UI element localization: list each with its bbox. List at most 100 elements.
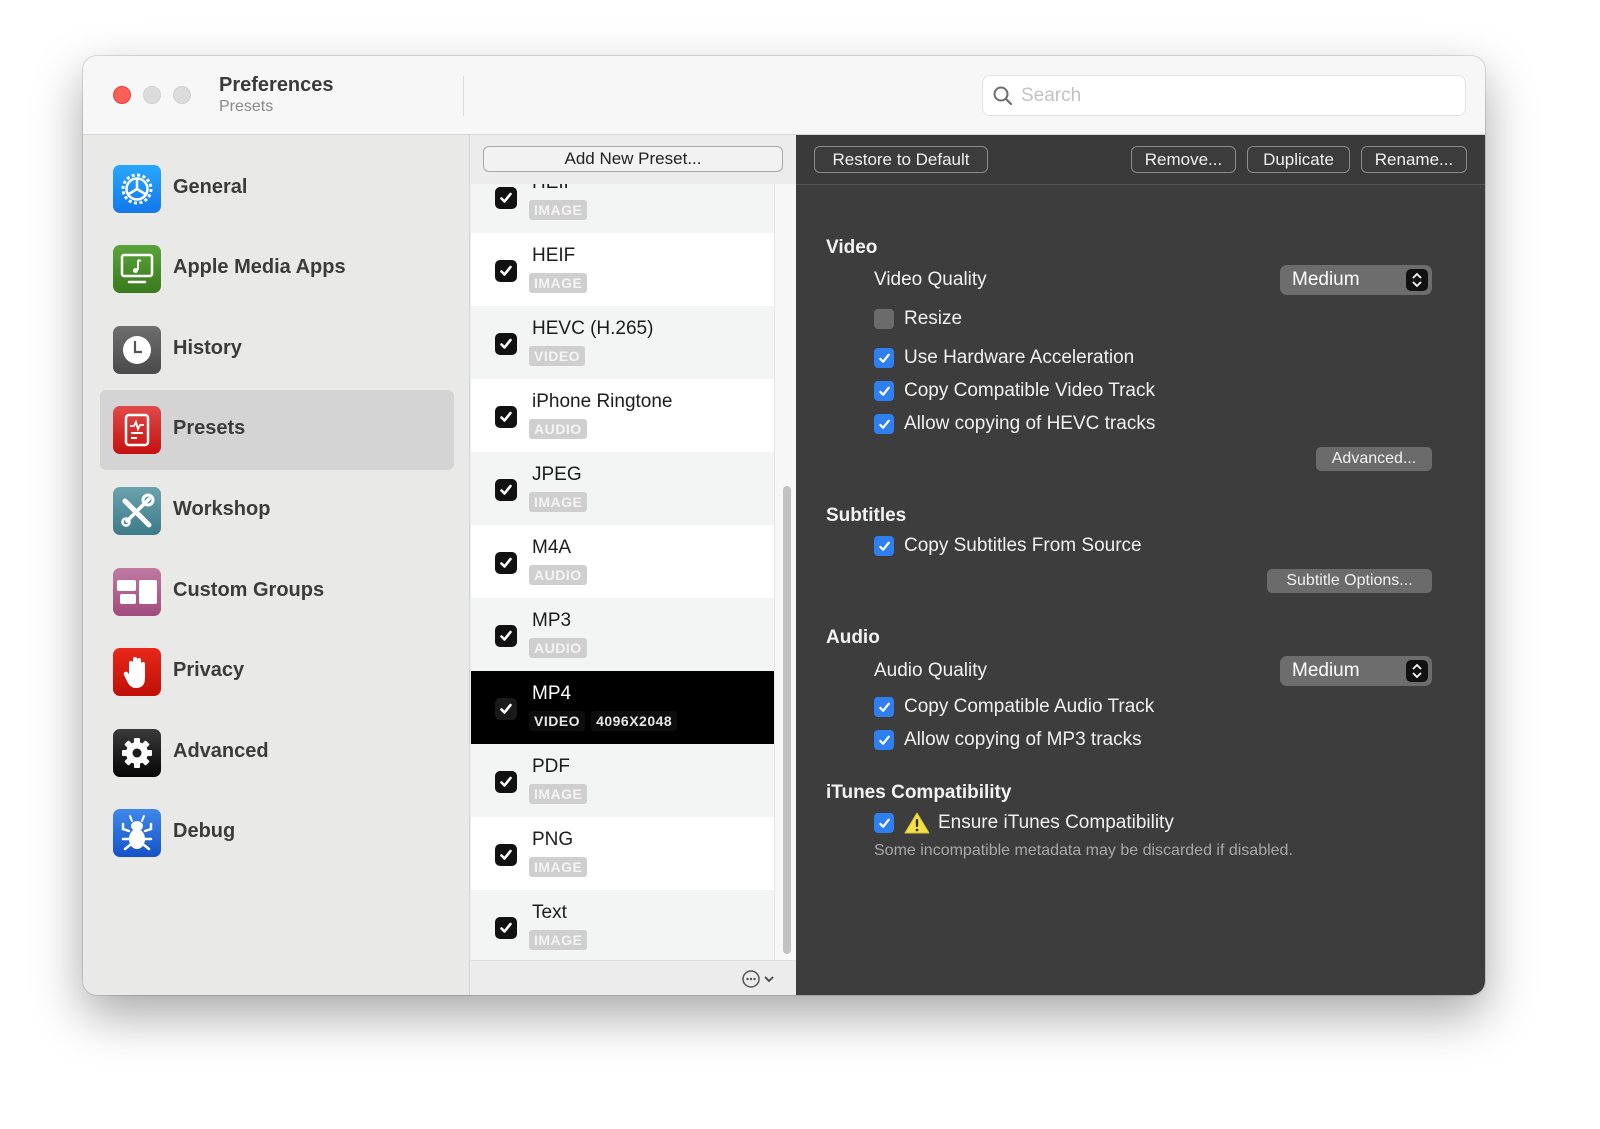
search-icon (993, 86, 1013, 106)
up-down-chevron-icon (1406, 660, 1428, 682)
preset-type-badge: VIDEO (529, 711, 586, 731)
audio-quality-label: Audio Quality (874, 660, 988, 681)
preset-enabled-checkbox[interactable] (495, 625, 517, 647)
itunes-section-heading: iTunes Compatibility (826, 782, 1012, 803)
copy-mp3-label: Allow copying of MP3 tracks (904, 729, 1142, 750)
chevron-down-icon (764, 976, 774, 983)
document-waveform-icon (113, 406, 161, 454)
preset-enabled-checkbox[interactable] (495, 479, 517, 501)
preset-row[interactable]: HEIF IMAGE (471, 233, 774, 306)
copy-audio-track-checkbox-row[interactable]: Copy Compatible Audio Track (874, 696, 1154, 718)
preset-enabled-checkbox[interactable] (495, 844, 517, 866)
ellipsis-circle-icon (742, 970, 760, 988)
preset-tags: VIDEO (529, 346, 586, 366)
preset-row[interactable]: MP3 AUDIO (471, 598, 774, 671)
preset-row[interactable]: HEVC (H.265) VIDEO (471, 306, 774, 379)
detail-toolbar: Restore to Default Remove... Duplicate R… (796, 135, 1485, 185)
sidebar-item-apple-media-apps[interactable]: Apple Media Apps (100, 229, 454, 309)
add-new-preset-button[interactable]: Add New Preset... (483, 146, 783, 172)
preset-type-badge: IMAGE (529, 930, 588, 950)
video-advanced-button[interactable]: Advanced... (1316, 447, 1432, 471)
preset-enabled-checkbox[interactable] (495, 552, 517, 574)
sidebar-item-general[interactable]: General (100, 149, 454, 229)
close-window-button[interactable] (113, 86, 131, 104)
presets-list-column: Add New Preset... HEIF IMAGE HEIF IMAGE HEVC… (471, 135, 796, 995)
preset-enabled-checkbox[interactable] (495, 333, 517, 355)
scrollbar-thumb[interactable] (783, 486, 791, 954)
preset-row[interactable]: iPhone Ringtone AUDIO (471, 379, 774, 452)
ensure-itunes-label: Ensure iTunes Compatibility (938, 812, 1174, 833)
copy-mp3-checkbox[interactable] (874, 730, 894, 750)
search-field[interactable] (982, 75, 1466, 116)
copy-hevc-checkbox-row[interactable]: Allow copying of HEVC tracks (874, 413, 1155, 435)
preset-enabled-checkbox[interactable] (495, 260, 517, 282)
preset-name: Text (532, 902, 567, 923)
title-bar: Preferences Presets (83, 56, 1485, 135)
preset-type-badge: AUDIO (529, 565, 587, 585)
presets-list[interactable]: HEIF IMAGE HEIF IMAGE HEVC (H.265) VIDEO iPhon… (471, 184, 774, 960)
restore-to-default-button[interactable]: Restore to Default (814, 146, 988, 173)
preset-row[interactable]: HEIF IMAGE (471, 184, 774, 233)
copy-audio-track-checkbox[interactable] (874, 697, 894, 717)
itunes-hint-text: Some incompatible metadata may be discar… (874, 842, 1293, 859)
copy-video-track-checkbox-row[interactable]: Copy Compatible Video Track (874, 380, 1155, 402)
sidebar-item-history[interactable]: History (100, 310, 454, 390)
sidebar-item-custom-groups[interactable]: Custom Groups (100, 552, 454, 632)
zoom-window-button[interactable] (173, 86, 191, 104)
resize-checkbox-row[interactable]: Resize (874, 308, 962, 330)
preset-detail-panel: Restore to Default Remove... Duplicate R… (796, 135, 1485, 995)
preset-tags: IMAGE (529, 200, 588, 220)
presets-scrollbar[interactable] (774, 184, 796, 960)
preset-enabled-checkbox[interactable] (495, 187, 517, 209)
monitor-music-note-icon (113, 245, 161, 293)
sidebar-label: General (173, 176, 248, 198)
video-quality-select[interactable]: Medium (1280, 265, 1432, 295)
sidebar-label: Debug (173, 820, 236, 842)
audio-quality-select[interactable]: Medium (1280, 656, 1432, 686)
preset-enabled-checkbox[interactable] (495, 406, 517, 428)
sidebar-item-workshop[interactable]: Workshop (100, 471, 454, 551)
copy-hevc-checkbox[interactable] (874, 414, 894, 434)
minimize-window-button[interactable] (143, 86, 161, 104)
sidebar-item-presets[interactable]: Presets (100, 390, 454, 470)
preset-row[interactable]: M4A AUDIO (471, 525, 774, 598)
copy-subtitles-checkbox[interactable] (874, 536, 894, 556)
preset-row[interactable]: MP4 VIDEO 4096X2048 (471, 671, 774, 744)
ensure-itunes-checkbox[interactable] (874, 813, 894, 833)
preset-enabled-checkbox[interactable] (495, 771, 517, 793)
preset-type-badge: IMAGE (529, 492, 588, 512)
preset-enabled-checkbox[interactable] (495, 917, 517, 939)
preset-name: MP3 (532, 610, 572, 631)
copy-subtitles-checkbox-row[interactable]: Copy Subtitles From Source (874, 535, 1142, 557)
preset-type-badge: IMAGE (529, 857, 588, 877)
preset-row[interactable]: Text IMAGE (471, 890, 774, 960)
remove-button[interactable]: Remove... (1131, 146, 1236, 173)
hardware-acceleration-checkbox[interactable] (874, 348, 894, 368)
duplicate-button[interactable]: Duplicate (1247, 146, 1350, 173)
more-actions-menu-button[interactable] (741, 969, 781, 989)
resize-checkbox[interactable] (874, 309, 894, 329)
sidebar-label: Presets (173, 417, 246, 439)
preset-row[interactable]: PNG IMAGE (471, 817, 774, 890)
preset-name: HEVC (H.265) (532, 318, 654, 339)
hardware-acceleration-checkbox-row[interactable]: Use Hardware Acceleration (874, 347, 1134, 369)
sidebar-item-advanced[interactable]: Advanced (100, 713, 454, 793)
rename-button[interactable]: Rename... (1361, 146, 1467, 173)
copy-mp3-checkbox-row[interactable]: Allow copying of MP3 tracks (874, 729, 1142, 751)
preset-tags: AUDIO (529, 638, 587, 658)
preset-tags: IMAGE (529, 930, 588, 950)
search-input[interactable] (1021, 82, 1451, 110)
preset-row[interactable]: PDF IMAGE (471, 744, 774, 817)
copy-video-track-label: Copy Compatible Video Track (904, 380, 1155, 401)
sidebar-item-debug[interactable]: Debug (100, 793, 454, 873)
preset-enabled-checkbox[interactable] (495, 698, 517, 720)
preset-row[interactable]: JPEG IMAGE (471, 452, 774, 525)
subtitle-options-button[interactable]: Subtitle Options... (1267, 569, 1432, 593)
ensure-itunes-checkbox-row[interactable]: Ensure iTunes Compatibility (874, 812, 1174, 834)
copy-video-track-checkbox[interactable] (874, 381, 894, 401)
grid-tiles-icon (113, 568, 161, 616)
title-divider (463, 76, 464, 116)
preset-type-badge: IMAGE (529, 273, 588, 293)
preferences-window: Preferences Presets Gen (83, 56, 1485, 995)
sidebar-item-privacy[interactable]: Privacy (100, 632, 454, 712)
